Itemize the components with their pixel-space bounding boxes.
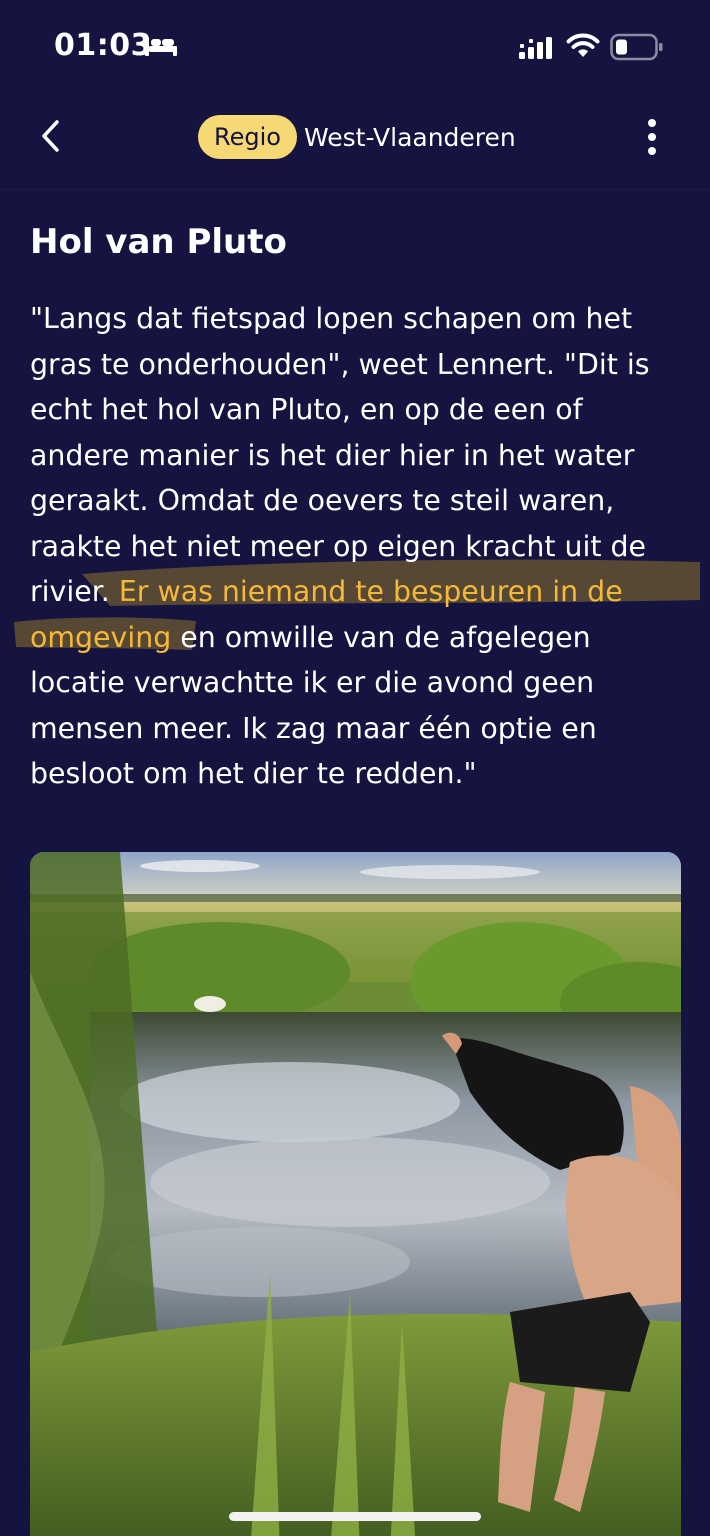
home-indicator[interactable] [229,1512,481,1521]
article-paragraph: "Langs dat fietspad lopen schapen om het… [30,296,680,797]
article-photo[interactable] [30,852,681,1536]
article-screen: 01:03 Regio West-Vlaanderen Hol van Plut… [0,0,710,1536]
article-text-before: "Langs dat fietspad lopen schapen om het… [30,302,650,608]
